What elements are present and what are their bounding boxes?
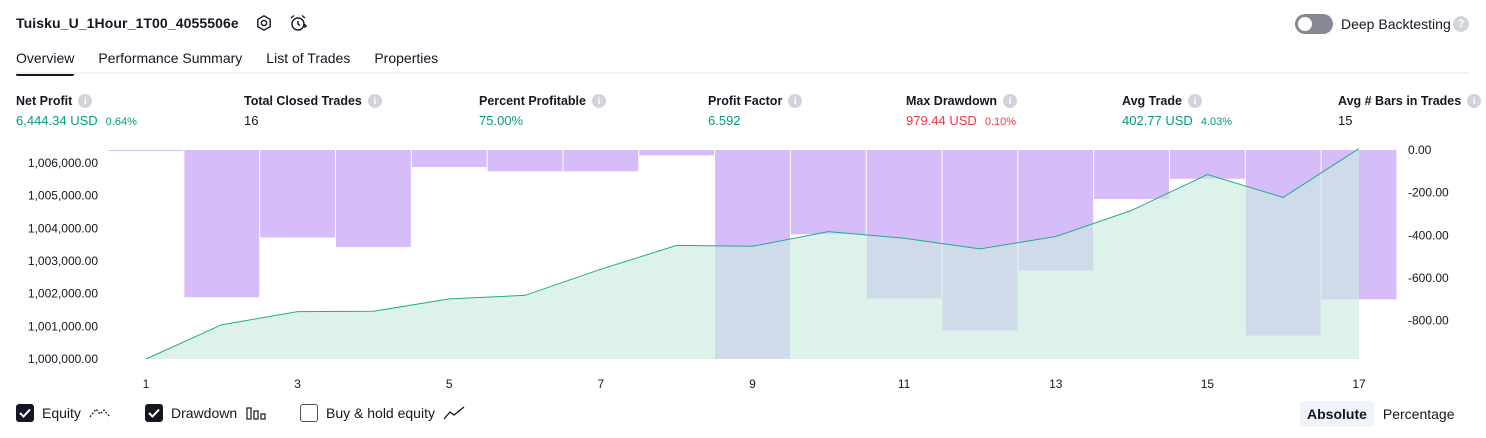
- drawdown-bar[interactable]: [108, 150, 184, 152]
- right-axis-tick: 0.00: [1408, 143, 1432, 157]
- metric-percent-profitable: Percent Profitable i 75.00%: [479, 94, 606, 128]
- x-axis-tick: 13: [1049, 377, 1063, 391]
- drawdown-bar[interactable]: [184, 150, 260, 298]
- info-icon[interactable]: i: [78, 94, 93, 108]
- info-icon[interactable]: i: [1467, 94, 1482, 108]
- metric-label: Percent Profitable: [479, 94, 586, 108]
- info-icon[interactable]: i: [367, 94, 382, 108]
- deep-backtesting-toggle[interactable]: [1295, 14, 1333, 34]
- left-axis-tick: 1,006,000.00: [28, 156, 98, 170]
- metric-value: 15: [1338, 113, 1353, 128]
- strategy-title: Tuisku_U_1Hour_1T00_4055506e: [16, 15, 239, 31]
- metric-value: 6,444.34 USD: [16, 113, 98, 128]
- x-axis-tick: 11: [898, 377, 911, 391]
- drawdown-bar[interactable]: [487, 150, 563, 172]
- buyhold-toggle[interactable]: Buy & hold equity: [300, 404, 465, 422]
- metric-total-closed-trades: Total Closed Trades i 16: [244, 94, 382, 128]
- metric-percent: 0.10%: [984, 116, 1017, 128]
- metric-value: 16: [244, 113, 259, 128]
- metric-max-drawdown: Max Drawdown i 979.44 USD 0.10%: [906, 94, 1017, 128]
- x-axis: 1 3 5 7 9 11 13 15 17: [143, 377, 1366, 391]
- drawdown-checkbox[interactable]: [145, 404, 163, 422]
- metric-label: Total Closed Trades: [244, 94, 362, 108]
- drawdown-bar[interactable]: [790, 150, 866, 235]
- left-axis-tick: 1,000,000.00: [28, 352, 98, 366]
- deep-backtesting-label: Deep Backtesting: [1341, 16, 1451, 32]
- drawdown-bar[interactable]: [1094, 150, 1169, 200]
- info-icon[interactable]: i: [1187, 94, 1202, 108]
- drawdown-toggle[interactable]: Drawdown: [145, 404, 267, 422]
- left-axis: 1,006,000.00 1,005,000.00 1,004,000.00 1,00…: [28, 156, 98, 366]
- percentage-button[interactable]: Percentage: [1376, 401, 1462, 427]
- info-icon[interactable]: i: [591, 94, 606, 108]
- equity-checkbox[interactable]: [16, 404, 34, 422]
- metric-profit-factor: Profit Factor i 6.592: [708, 94, 803, 128]
- left-axis-tick: 1,001,000.00: [28, 319, 98, 333]
- metric-avg-trade: Avg Trade i 402.77 USD 4.03%: [1122, 94, 1232, 128]
- drawdown-bar[interactable]: [411, 150, 487, 168]
- drawdown-bars-icon: [246, 407, 266, 420]
- buyhold-checkbox[interactable]: [300, 404, 318, 422]
- help-icon[interactable]: ?: [1453, 16, 1469, 32]
- info-icon[interactable]: i: [1003, 94, 1017, 108]
- tab-divider: [16, 72, 1470, 74]
- buyhold-line-icon: [443, 406, 465, 420]
- absolute-button[interactable]: Absolute: [1300, 401, 1374, 427]
- x-axis-tick: 15: [1201, 377, 1215, 391]
- right-axis-tick: -400.00: [1408, 228, 1449, 242]
- metric-net-profit: Net Profit i 6,444.34 USD 0.64%: [16, 94, 137, 128]
- metric-label: Avg # Bars in Trades: [1338, 94, 1462, 108]
- x-axis-tick: 7: [598, 377, 605, 391]
- metric-percent: 4.03%: [1200, 116, 1233, 128]
- x-axis-tick: 17: [1352, 377, 1366, 391]
- equity-drawdown-chart[interactable]: 1,006,000.00 1,005,000.00 1,004,000.00 1,00…: [0, 140, 1486, 395]
- drawdown-bar[interactable]: [639, 150, 715, 156]
- alarm-clock-icon[interactable]: [288, 13, 308, 33]
- x-axis-tick: 9: [749, 377, 756, 391]
- left-axis-tick: 1,004,000.00: [28, 221, 98, 235]
- x-axis-tick: 5: [446, 377, 453, 391]
- metric-avg-bars-in-trades: Avg # Bars in Trades i 15: [1338, 94, 1482, 128]
- left-axis-tick: 1,002,000.00: [28, 287, 98, 301]
- equity-label: Equity: [42, 405, 81, 421]
- left-axis-tick: 1,003,000.00: [28, 254, 98, 268]
- settings-icon[interactable]: [254, 13, 274, 33]
- metric-value: 75.00%: [479, 113, 524, 128]
- drawdown-label: Drawdown: [171, 405, 238, 421]
- info-icon[interactable]: i: [788, 94, 803, 108]
- metric-percent: 0.64%: [105, 116, 137, 128]
- scale-mode-switch: Absolute Percentage: [1300, 401, 1462, 427]
- drawdown-bar[interactable]: [563, 150, 639, 172]
- x-axis-tick: 3: [294, 377, 301, 391]
- metric-label: Max Drawdown: [906, 94, 997, 108]
- metric-value: 402.77 USD: [1122, 113, 1193, 128]
- metric-label: Avg Trade: [1122, 94, 1182, 108]
- toggle-knob: [1298, 17, 1312, 31]
- drawdown-bar[interactable]: [260, 150, 336, 238]
- right-axis: 0.00 -200.00 -400.00 -600.00 -800.00: [1408, 143, 1449, 328]
- metric-label: Profit Factor: [708, 94, 783, 108]
- metric-value: 6.592: [708, 113, 741, 128]
- right-axis-tick: -200.00: [1408, 186, 1449, 200]
- buyhold-label: Buy & hold equity: [326, 405, 435, 421]
- right-axis-tick: -600.00: [1408, 271, 1449, 285]
- drawdown-bar[interactable]: [336, 150, 411, 248]
- left-axis-tick: 1,005,000.00: [28, 189, 98, 203]
- equity-line-icon: [89, 408, 111, 418]
- right-axis-tick: -800.00: [1408, 314, 1449, 328]
- metric-label: Net Profit: [16, 94, 73, 108]
- x-axis-tick: 1: [143, 377, 150, 391]
- equity-toggle[interactable]: Equity: [16, 404, 111, 422]
- metric-value: 979.44 USD: [906, 113, 977, 128]
